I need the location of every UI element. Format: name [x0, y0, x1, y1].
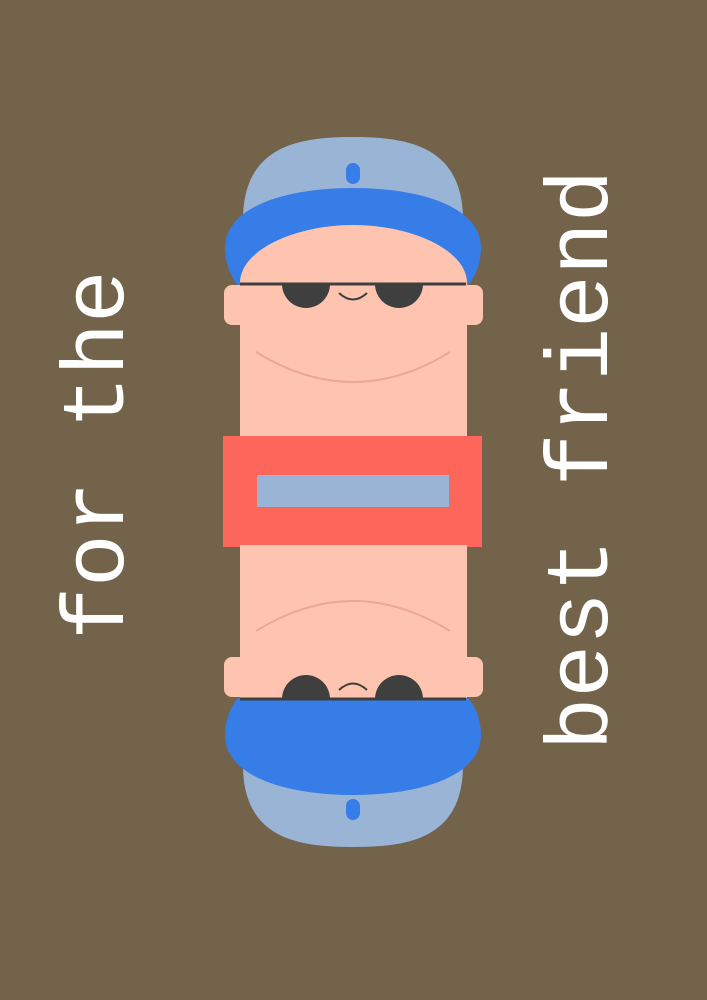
shirt-stripe [257, 475, 449, 507]
card-text-right: best friend [535, 169, 634, 751]
bottom-character [224, 545, 483, 847]
bottom-ear-left [224, 657, 250, 697]
bottom-ear-right [457, 657, 483, 697]
top-face [240, 225, 467, 445]
top-character [224, 137, 483, 445]
top-hat-button [346, 163, 360, 184]
card-text-left: for the [51, 270, 150, 640]
bottom-hat-button [346, 799, 360, 820]
greeting-card: for the best friend [0, 0, 707, 1000]
